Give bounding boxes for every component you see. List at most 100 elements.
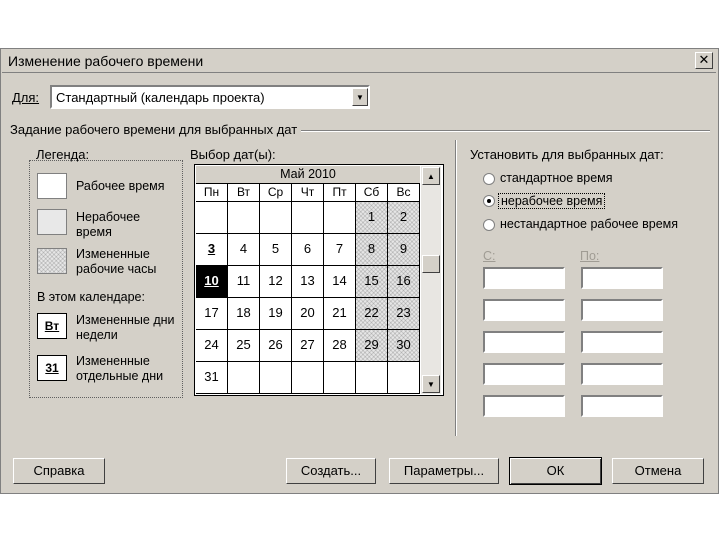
calendar-month: Май 2010 xyxy=(196,166,420,184)
calendar-day[interactable]: 31 xyxy=(196,362,228,394)
calendar-day[interactable]: 16 xyxy=(388,266,420,298)
calendar-empty-cell xyxy=(292,362,324,394)
radio-standard-time[interactable] xyxy=(483,173,495,185)
calendar-empty-cell xyxy=(356,362,388,394)
from-label: С: xyxy=(483,249,496,263)
radio-custom-time-label[interactable]: нестандартное рабочее время xyxy=(500,217,678,231)
dialog-title: Изменение рабочего времени xyxy=(8,53,204,69)
legend-working-swatch xyxy=(37,173,67,199)
calendar-day[interactable]: 10 xyxy=(196,266,228,298)
scroll-down-icon[interactable]: ▼ xyxy=(422,375,440,393)
calendar-label: Выбор дат(ы): xyxy=(190,147,276,162)
calendar-day[interactable]: 28 xyxy=(324,330,356,362)
from-field[interactable] xyxy=(483,267,565,289)
calendar-empty-cell xyxy=(324,202,356,234)
calendar-scrollbar[interactable] xyxy=(421,166,441,394)
legend-nonworking-label: Нерабочее время xyxy=(76,210,141,239)
calendar-day[interactable]: 1 xyxy=(356,202,388,234)
calendar-day[interactable]: 12 xyxy=(260,266,292,298)
calendar-day[interactable]: 27 xyxy=(292,330,324,362)
calendar-empty-cell xyxy=(196,202,228,234)
calendar-day[interactable]: 11 xyxy=(228,266,260,298)
radio-nonworking-time[interactable] xyxy=(483,195,495,207)
to-label: По: xyxy=(580,249,600,263)
calendar-day[interactable]: 20 xyxy=(292,298,324,330)
new-button[interactable]: Создать... xyxy=(286,458,376,484)
calendar-empty-cell xyxy=(292,202,324,234)
legend-weekday-badge: Вт xyxy=(37,313,67,339)
calendar-day[interactable]: 2 xyxy=(388,202,420,234)
calendar-day[interactable]: 29 xyxy=(356,330,388,362)
calendar-day[interactable]: 25 xyxy=(228,330,260,362)
calendar-empty-cell xyxy=(228,362,260,394)
calendar-day[interactable]: 5 xyxy=(260,234,292,266)
legend-changed-days-label: Измененные отдельные дни xyxy=(76,354,164,383)
calendar-day[interactable]: 15 xyxy=(356,266,388,298)
legend-changed-hours-swatch xyxy=(37,248,67,274)
to-field[interactable] xyxy=(581,299,663,321)
chevron-down-icon[interactable]: ▼ xyxy=(352,88,368,106)
scroll-up-icon[interactable]: ▲ xyxy=(422,167,440,185)
vertical-separator xyxy=(455,140,456,436)
to-field[interactable] xyxy=(581,331,663,353)
calendar-day[interactable]: 8 xyxy=(356,234,388,266)
from-field[interactable] xyxy=(483,331,565,353)
from-field[interactable] xyxy=(483,299,565,321)
legend-nonworking-swatch xyxy=(37,209,67,235)
calendar-empty-cell xyxy=(260,202,292,234)
calendar-day[interactable]: 19 xyxy=(260,298,292,330)
legend-working-label: Рабочее время xyxy=(76,179,165,193)
calendar-day[interactable]: 17 xyxy=(196,298,228,330)
weekday-header[interactable]: Вс xyxy=(388,184,420,202)
calendar-day[interactable]: 30 xyxy=(388,330,420,362)
calendar-empty-cell xyxy=(388,362,420,394)
calendar-select-value: Стандартный (календарь проекта) xyxy=(56,90,265,105)
legend-day-badge: 31 xyxy=(37,355,67,381)
calendar-day[interactable]: 4 xyxy=(228,234,260,266)
calendar-day[interactable]: 24 xyxy=(196,330,228,362)
calendar-day[interactable]: 21 xyxy=(324,298,356,330)
from-field[interactable] xyxy=(483,363,565,385)
weekday-header[interactable]: Пт xyxy=(324,184,356,202)
calendar-day[interactable]: 6 xyxy=(292,234,324,266)
calendar-select[interactable]: Стандартный (календарь проекта) ▼ xyxy=(50,85,370,109)
radio-standard-time-label[interactable]: стандартное время xyxy=(500,171,613,185)
calendar-day[interactable]: 7 xyxy=(324,234,356,266)
group-title: Задание рабочего времени для выбранных д… xyxy=(10,122,302,137)
for-label: Для: xyxy=(12,90,40,105)
close-icon[interactable]: ✕ xyxy=(695,52,713,69)
calendar-day[interactable]: 23 xyxy=(388,298,420,330)
options-button[interactable]: Параметры... xyxy=(389,458,499,484)
to-field[interactable] xyxy=(581,395,663,417)
radio-custom-time[interactable] xyxy=(483,219,495,231)
calendar-day[interactable]: 3 xyxy=(196,234,228,266)
calendar-day[interactable]: 14 xyxy=(324,266,356,298)
cancel-button[interactable]: Отмена xyxy=(612,458,704,484)
calendar-day[interactable]: 9 xyxy=(388,234,420,266)
weekday-header[interactable]: Пн xyxy=(196,184,228,202)
calendar-day[interactable]: 22 xyxy=(356,298,388,330)
calendar-empty-cell xyxy=(260,362,292,394)
from-field[interactable] xyxy=(483,395,565,417)
calendar-empty-cell xyxy=(324,362,356,394)
calendar-grid: Пн Вт Ср Чт Пт Сб Вс 1 2 3 4 5 6 7 8 9 10 11 12 13 14 15 16 17 1… xyxy=(196,184,420,394)
weekday-header[interactable]: Ср xyxy=(260,184,292,202)
legend-changed-weekdays-label: Измененные дни недели xyxy=(76,313,175,342)
title-bar: Изменение рабочего времени ✕ xyxy=(2,50,716,73)
set-dates-title: Установить для выбранных дат: xyxy=(470,147,664,162)
scroll-thumb[interactable] xyxy=(422,255,440,273)
calendar-empty-cell xyxy=(228,202,260,234)
calendar-day[interactable]: 18 xyxy=(228,298,260,330)
legend-in-calendar: В этом календаре: xyxy=(37,290,145,304)
to-field[interactable] xyxy=(581,363,663,385)
calendar-day[interactable]: 26 xyxy=(260,330,292,362)
weekday-header[interactable]: Сб xyxy=(356,184,388,202)
help-button[interactable]: Справка xyxy=(13,458,105,484)
legend-changed-hours-label: Измененные рабочие часы xyxy=(76,247,157,276)
calendar-day[interactable]: 13 xyxy=(292,266,324,298)
weekday-header[interactable]: Вт xyxy=(228,184,260,202)
weekday-header[interactable]: Чт xyxy=(292,184,324,202)
radio-nonworking-time-label[interactable]: нерабочее время xyxy=(498,193,606,209)
ok-button[interactable]: ОК xyxy=(509,457,602,485)
to-field[interactable] xyxy=(581,267,663,289)
